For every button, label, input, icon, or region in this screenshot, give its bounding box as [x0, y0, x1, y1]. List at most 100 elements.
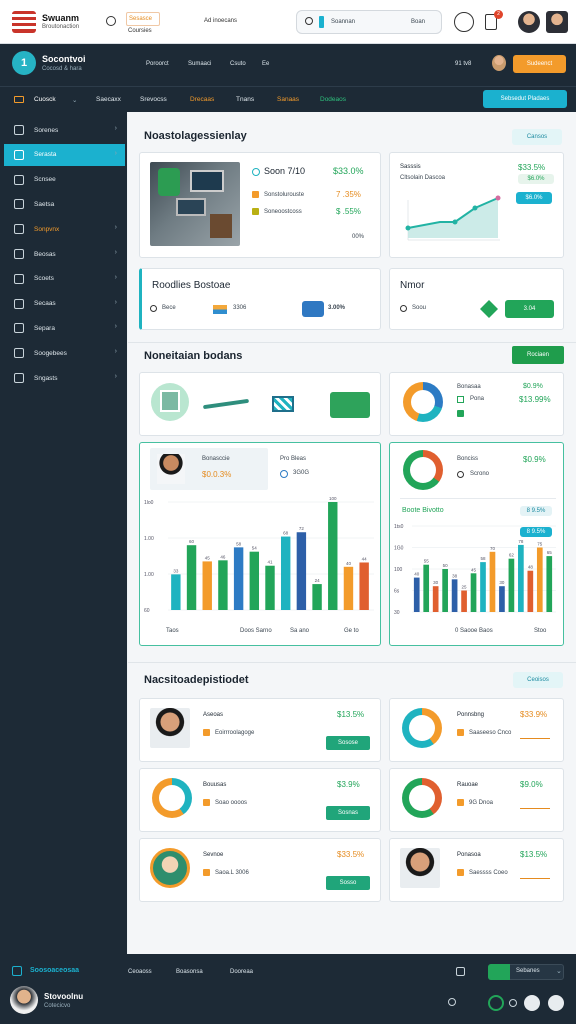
bar-label: 55: [424, 559, 430, 564]
section-metrics-button[interactable]: Rociaen: [512, 346, 564, 364]
nav-item-5[interactable]: Tnans: [236, 96, 254, 103]
search-button[interactable]: Boan: [411, 19, 425, 25]
nav-item-6[interactable]: Sanaas: [277, 96, 299, 103]
detail-sub: Eoirrroolagoge: [215, 730, 255, 736]
sidebar-item[interactable]: Sonpvnx ›: [4, 218, 125, 240]
user-avatar[interactable]: [10, 986, 38, 1014]
sidebar-item[interactable]: Beosas ›: [4, 243, 125, 265]
card-a-row2: Soneoostcoss: [264, 209, 302, 215]
header-link-3[interactable]: Csuto: [230, 61, 246, 67]
bar-label: 24: [315, 578, 321, 583]
small-card[interactable]: [389, 268, 564, 330]
header-secondary-button[interactable]: Sebsedut Pladaes: [483, 90, 567, 108]
search-bar[interactable]: Soannan Boan: [296, 10, 442, 34]
detail-sub: Soao oooos: [215, 800, 248, 806]
sidebar-item[interactable]: Scnsee: [4, 169, 125, 191]
product-image: [150, 162, 240, 246]
trend-point: [452, 219, 458, 225]
grid-icon[interactable]: [456, 967, 465, 976]
clock-icon[interactable]: [454, 12, 474, 32]
bar-chart: 1lo0 1.00 1.00 60 33 60 45 46 58 54 41 68 72 24 100 40 4…: [144, 496, 374, 614]
sidebar-item[interactable]: Sorenes ›: [4, 119, 125, 141]
detail-button[interactable]: Sosso: [326, 876, 370, 890]
profile-icon[interactable]: [524, 995, 540, 1011]
search-input[interactable]: Soannan: [331, 19, 355, 25]
logout-icon[interactable]: [548, 995, 564, 1011]
section-title-overview: Noastolagessienlay: [144, 130, 247, 142]
footer-link-2[interactable]: Boasonsa: [176, 969, 203, 975]
header-link-2[interactable]: Sumaaci: [188, 61, 211, 67]
detail-button[interactable]: Sosose: [326, 736, 370, 750]
y-tick-label: 1.00: [144, 536, 154, 542]
brand-logo[interactable]: [12, 11, 36, 33]
detail-value: $9.0%: [520, 780, 543, 789]
radio-icon[interactable]: [457, 471, 464, 478]
footer-link-1[interactable]: Ceoaoss: [128, 969, 152, 975]
card-d-pill[interactable]: 3.04: [505, 300, 554, 318]
sync-icon[interactable]: [488, 995, 504, 1011]
top-link-ad[interactable]: Ad inoecans: [204, 18, 237, 24]
bar: [536, 547, 543, 612]
sidebar-item[interactable]: Separa ›: [4, 317, 125, 339]
y-tick-label: 6s: [394, 589, 400, 595]
settings-icon[interactable]: [106, 16, 116, 26]
person-avatar: [157, 454, 185, 484]
bar: [461, 590, 467, 612]
sidebar-item-label: Sonpvnx: [34, 225, 60, 233]
sidebar-item-label: Secaas: [34, 300, 56, 308]
section-overview-pill[interactable]: Cansos: [512, 129, 562, 145]
detail-button[interactable]: Sosnas: [326, 806, 370, 820]
summary-card[interactable]: [139, 268, 381, 330]
sidebar-item[interactable]: Secaas ›: [4, 293, 125, 315]
sidebar-item[interactable]: Serasta ›: [4, 143, 125, 166]
top-link-sesasce[interactable]: Sesasce: [126, 12, 160, 26]
card-b-pill[interactable]: $6.0%: [516, 192, 552, 204]
top-link-coursies[interactable]: Coursies: [128, 28, 152, 34]
bar: [442, 569, 448, 612]
bar: [359, 562, 369, 610]
nav-item-2[interactable]: Saecaxx: [96, 96, 121, 103]
y-tick-label: 1ts0: [394, 524, 404, 530]
bar-label: 75: [537, 542, 543, 547]
person-photo: [150, 848, 190, 888]
header-link-1[interactable]: Poroorct: [146, 61, 169, 67]
target-icon: [252, 168, 260, 176]
footer-logo-icon: [12, 966, 22, 976]
nav-item-7[interactable]: Dodeaos: [320, 96, 346, 103]
nav-item-3[interactable]: Srevocss: [140, 96, 167, 103]
menu-icon[interactable]: [14, 96, 24, 103]
sidebar-item[interactable]: Sngasts ›: [4, 367, 125, 389]
nav-chevron-icon[interactable]: ⌄: [72, 96, 77, 104]
footer-link-3[interactable]: Dooreaa: [230, 969, 253, 975]
nav-item-1[interactable]: Cuosck: [34, 96, 56, 103]
donut-chart: [403, 450, 443, 490]
card-a-row1: Sonstolurouste: [264, 192, 305, 198]
sidebar-item-icon: [14, 273, 24, 284]
help-icon[interactable]: [448, 998, 456, 1006]
detail-value: $33.9%: [520, 710, 548, 719]
detail-name: Sevnoe: [203, 852, 224, 858]
info-icon[interactable]: [509, 999, 517, 1007]
profile-avatar[interactable]: [546, 11, 568, 33]
avatar[interactable]: [518, 11, 540, 33]
sidebar-item[interactable]: Scoets ›: [4, 268, 125, 290]
app-logo[interactable]: 1: [12, 51, 36, 75]
bar-label: 30: [433, 580, 439, 585]
header-link-4[interactable]: Ee: [262, 61, 269, 67]
section-details-pill[interactable]: Ceoisos: [513, 672, 563, 688]
bar-label: 58: [480, 556, 486, 561]
radio-icon[interactable]: [150, 305, 157, 312]
radio-icon[interactable]: [400, 305, 407, 312]
header-avatar[interactable]: [492, 55, 506, 71]
sidebar-item[interactable]: Saetsa: [4, 193, 125, 215]
sidebar-item[interactable]: Soogebees ›: [4, 342, 125, 364]
bar-label: 72: [299, 526, 305, 531]
nav-item-4[interactable]: Drecaas: [190, 96, 214, 103]
y-tick-label: 1G0: [394, 546, 404, 552]
chevron-right-icon: ›: [114, 249, 117, 256]
header-action-button[interactable]: Sudeenct: [513, 55, 566, 73]
bar: [527, 570, 534, 612]
app-title: Socontvoi: [42, 54, 86, 64]
bar-label: 33: [173, 568, 179, 573]
footer-toggle-icon[interactable]: [488, 964, 510, 980]
